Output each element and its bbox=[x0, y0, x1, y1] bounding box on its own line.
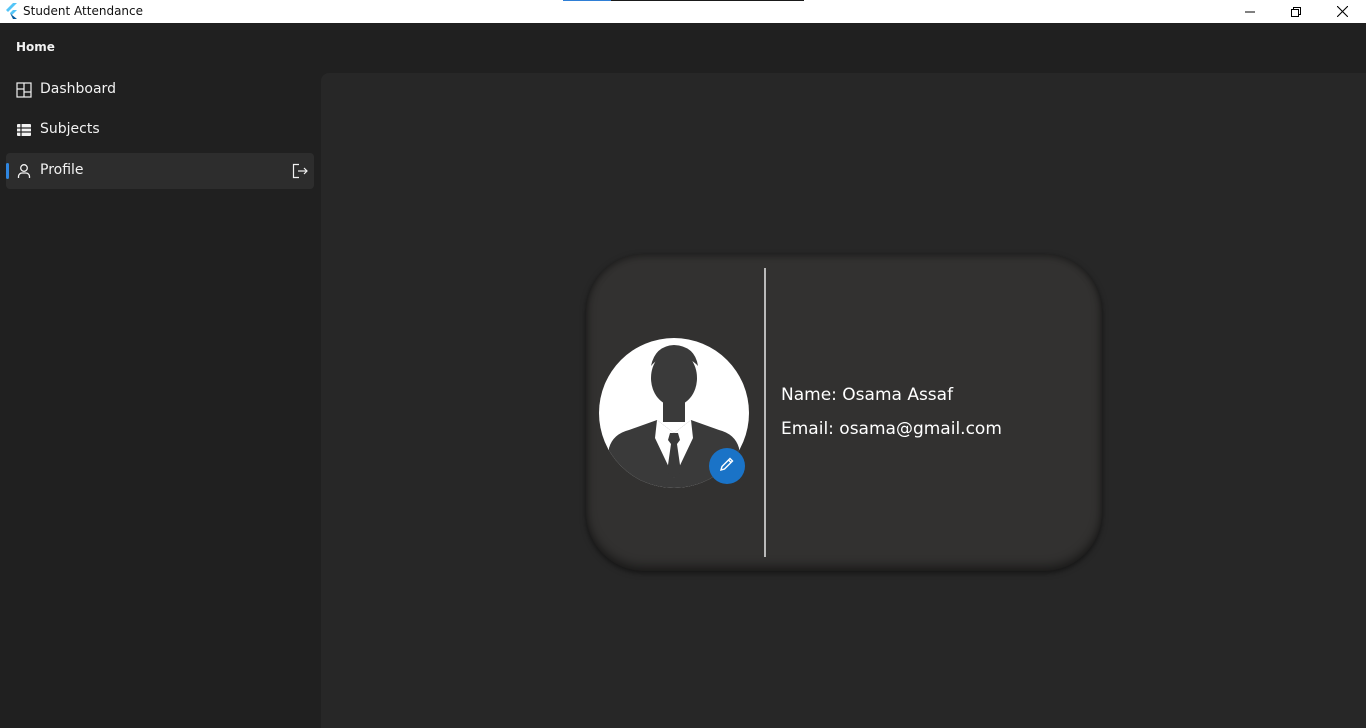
loading-progress-fill bbox=[563, 0, 612, 1]
dashboard-icon bbox=[16, 82, 32, 98]
loading-progress-bar bbox=[563, 0, 804, 1]
window-title: Student Attendance bbox=[23, 4, 144, 18]
flutter-logo-icon bbox=[4, 3, 18, 19]
logout-icon[interactable] bbox=[292, 163, 308, 179]
card-divider bbox=[764, 268, 766, 557]
restore-icon bbox=[1291, 6, 1301, 17]
sidebar: Home Dashboard Subjects Profile bbox=[0, 23, 321, 728]
active-indicator bbox=[6, 163, 9, 179]
sidebar-item-profile[interactable]: Profile bbox=[6, 153, 314, 189]
profile-name: Name: Osama Assaf bbox=[781, 385, 954, 405]
list-icon bbox=[16, 122, 32, 138]
window-titlebar: Student Attendance bbox=[0, 0, 1366, 23]
maximize-button[interactable] bbox=[1273, 0, 1319, 23]
profile-email: Email: osama@gmail.com bbox=[781, 419, 1002, 439]
pencil-icon bbox=[719, 456, 735, 476]
sidebar-item-subjects[interactable]: Subjects bbox=[6, 112, 314, 148]
edit-avatar-button[interactable] bbox=[709, 448, 745, 484]
sidebar-item-dashboard[interactable]: Dashboard bbox=[6, 72, 314, 108]
close-icon bbox=[1336, 6, 1348, 17]
sidebar-item-label: Subjects bbox=[40, 121, 100, 137]
minimize-icon bbox=[1245, 7, 1255, 17]
sidebar-header: Home bbox=[16, 40, 55, 54]
person-icon bbox=[16, 163, 32, 179]
close-button[interactable] bbox=[1319, 0, 1365, 23]
sidebar-item-label: Dashboard bbox=[40, 81, 116, 97]
sidebar-item-label: Profile bbox=[40, 162, 84, 178]
minimize-button[interactable] bbox=[1227, 0, 1273, 23]
